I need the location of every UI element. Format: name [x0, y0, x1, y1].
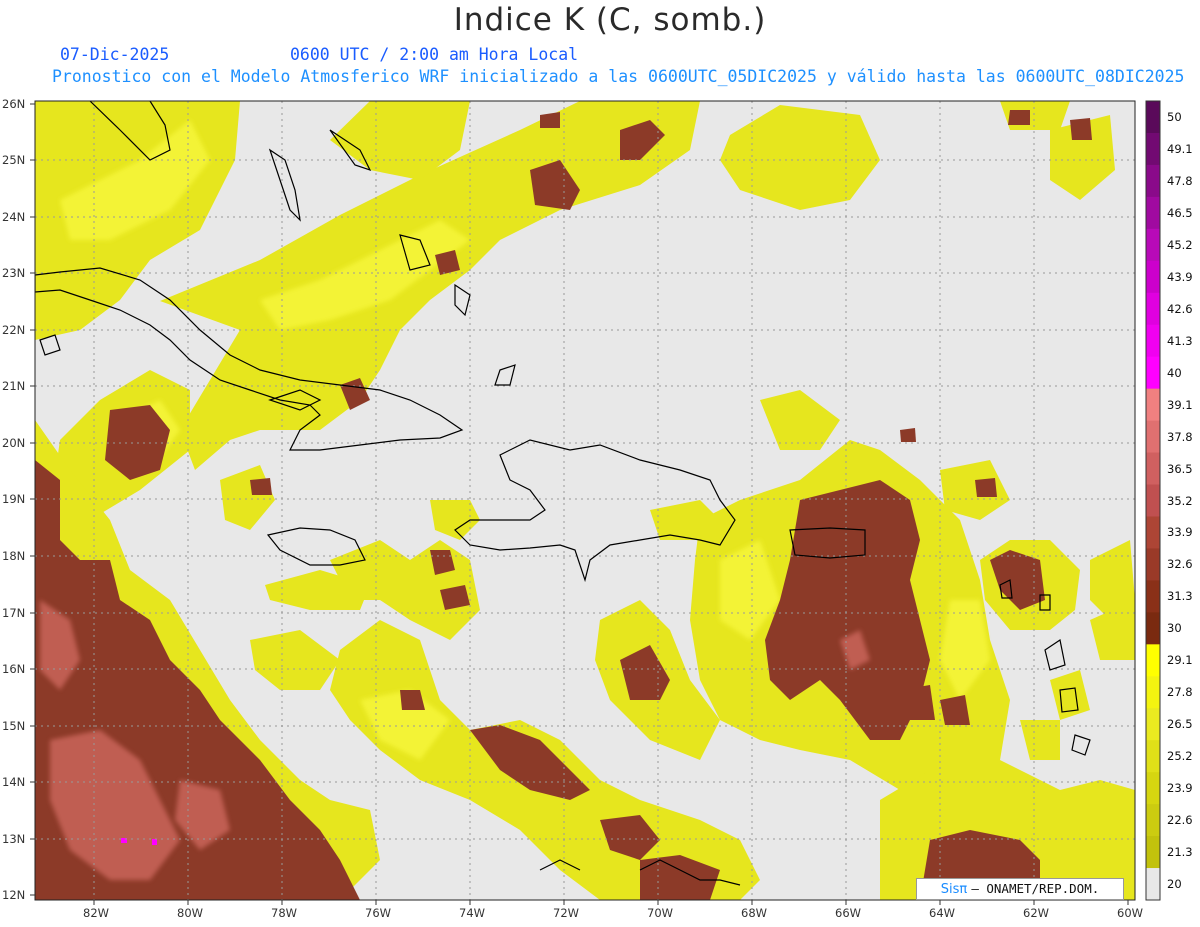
color-scale-swatch	[1146, 740, 1160, 773]
color-scale-swatch	[1146, 548, 1160, 581]
color-scale-label: 25.2	[1167, 749, 1193, 764]
weather-map	[30, 100, 1161, 905]
color-scale-swatch	[1146, 260, 1160, 294]
color-scale-label: 50	[1167, 109, 1182, 124]
credit-box: Sisπ – ONAMET/REP.DOM.	[916, 878, 1124, 900]
lat-label-24n: 24N	[2, 210, 26, 224]
color-scale-label: 23.9	[1167, 781, 1193, 796]
color-scale-label: 49.1	[1167, 141, 1193, 156]
color-scale-swatch	[1146, 484, 1160, 517]
lon-label-60w: 60W	[1117, 906, 1144, 920]
lat-label-23n: 23N	[2, 266, 26, 280]
color-scale-label: 26.5	[1167, 717, 1193, 732]
lon-label-74w: 74W	[459, 906, 486, 920]
color-scale-bar	[1146, 101, 1160, 901]
color-scale-swatch	[1146, 228, 1160, 262]
lat-label-18n: 18N	[2, 549, 26, 563]
color-scale-label: 22.6	[1167, 813, 1193, 828]
credit-brand: Sisπ	[940, 882, 968, 897]
lon-label-80w: 80W	[177, 906, 204, 920]
color-scale-swatch	[1146, 324, 1160, 358]
lon-label-78w: 78W	[271, 906, 298, 920]
color-scale-label: 39.1	[1167, 397, 1193, 412]
lon-label-70w: 70W	[647, 906, 674, 920]
color-scale-swatch	[1146, 804, 1160, 837]
color-scale-swatch	[1146, 580, 1160, 613]
color-scale-swatch	[1146, 836, 1160, 869]
lat-label-19n: 19N	[2, 492, 26, 506]
lat-label-14n: 14N	[2, 775, 26, 789]
color-scale-swatch	[1146, 644, 1160, 677]
color-scale-swatch	[1146, 772, 1160, 805]
color-scale-swatch	[1146, 612, 1160, 645]
color-scale-label: 29.1	[1167, 653, 1193, 668]
color-scale-label: 42.6	[1167, 301, 1193, 316]
color-scale-label: 21.3	[1167, 845, 1193, 860]
lat-label-15n: 15N	[2, 719, 26, 733]
lon-label-66w: 66W	[835, 906, 862, 920]
color-scale-swatch	[1146, 516, 1160, 549]
lon-label-82w: 82W	[83, 906, 110, 920]
color-scale-label: 20	[1167, 877, 1182, 892]
color-scale-swatch	[1146, 132, 1160, 166]
color-scale-swatch	[1146, 356, 1160, 390]
lat-label-26n: 26N	[2, 97, 26, 111]
lat-label-17n: 17N	[2, 606, 26, 620]
color-scale-label: 43.9	[1167, 269, 1193, 284]
lat-label-21n: 21N	[2, 379, 26, 393]
credit-org: – ONAMET/REP.DOM.	[971, 881, 1100, 896]
color-scale-label: 40	[1167, 365, 1182, 380]
lon-label-64w: 64W	[929, 906, 956, 920]
lon-label-68w: 68W	[741, 906, 768, 920]
lat-label-13n: 13N	[2, 832, 26, 846]
color-scale-label: 35.2	[1167, 493, 1193, 508]
color-scale-swatch	[1146, 676, 1160, 709]
color-scale-swatch	[1146, 164, 1160, 198]
lat-label-22n: 22N	[2, 323, 26, 337]
color-scale-label: 31.3	[1167, 589, 1193, 604]
color-scale-swatch	[1146, 292, 1160, 326]
lat-label-16n: 16N	[2, 662, 26, 676]
color-scale-swatch	[1146, 708, 1160, 741]
color-scale-swatch	[1146, 196, 1160, 230]
color-scale-label: 46.5	[1167, 205, 1193, 220]
color-scale-label: 33.9	[1167, 525, 1193, 540]
color-scale-label: 41.3	[1167, 333, 1193, 348]
color-scale-label: 45.2	[1167, 237, 1193, 252]
lon-label-72w: 72W	[553, 906, 580, 920]
color-scale-swatch	[1146, 452, 1160, 486]
color-scale-swatch	[1146, 420, 1160, 454]
lon-label-62w: 62W	[1023, 906, 1050, 920]
color-scale-swatch	[1146, 388, 1160, 422]
color-scale-label: 27.8	[1167, 685, 1193, 700]
lat-label-20n: 20N	[2, 436, 26, 450]
color-scale-label: 47.8	[1167, 173, 1193, 188]
color-scale-label: 30	[1167, 621, 1182, 636]
color-scale-label: 36.5	[1167, 461, 1193, 476]
lat-label-12n: 12N	[2, 888, 26, 902]
lon-label-76w: 76W	[365, 906, 392, 920]
lat-label-25n: 25N	[2, 153, 26, 167]
color-scale-swatch	[1146, 101, 1160, 134]
color-scale-label: 37.8	[1167, 429, 1193, 444]
color-scale-label: 32.6	[1167, 557, 1193, 572]
color-scale-swatch	[1146, 868, 1160, 901]
